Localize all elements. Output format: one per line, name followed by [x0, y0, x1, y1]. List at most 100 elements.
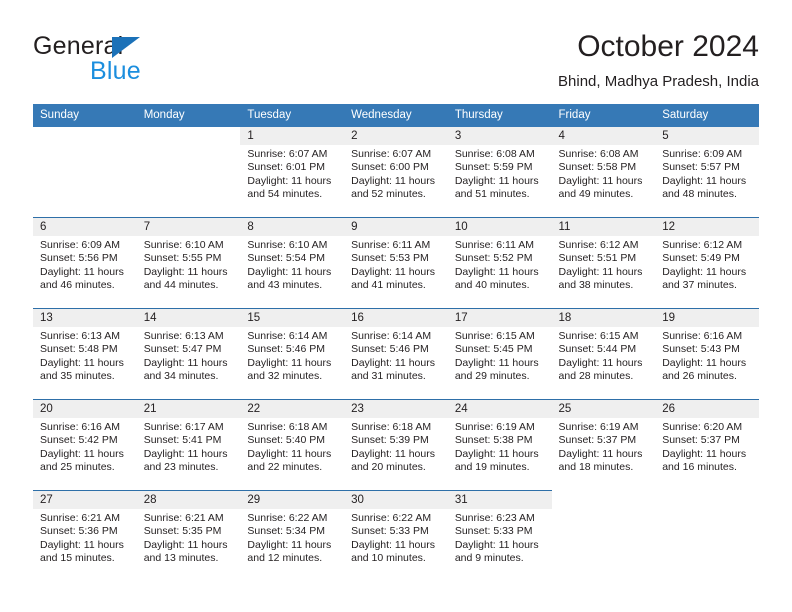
day-cell-inner: 17 Sunrise: 6:15 AM Sunset: 5:45 PM Dayligh… [447, 309, 552, 399]
calendar-day-cell[interactable]: 23 Sunrise: 6:18 AM Sunset: 5:39 PM Dayligh… [344, 399, 448, 491]
sunrise-text: Sunrise: 6:10 AM [247, 239, 328, 251]
calendar-day-cell[interactable]: 2 Sunrise: 6:07 AM Sunset: 6:00 PM Daylight… [344, 127, 448, 218]
day-number: 5 [655, 127, 759, 145]
calendar-day-cell[interactable]: 11 Sunrise: 6:12 AM Sunset: 5:51 PM Dayligh… [551, 217, 656, 309]
day-cell-details: Sunrise: 6:07 AM Sunset: 6:00 PM Daylight:… [344, 145, 448, 201]
day-cell-inner: 25 Sunrise: 6:19 AM Sunset: 5:37 PM Dayligh… [551, 400, 656, 490]
general-blue-logo[interactable]: General Blue [33, 32, 243, 94]
day-cell-details: Sunrise: 6:22 AM Sunset: 5:34 PM Daylight:… [240, 509, 344, 565]
sunset-text: Sunset: 5:56 PM [40, 252, 118, 265]
daylight-text-line1: Daylight: 11 hours [40, 356, 124, 369]
daylight-text-line2: and 20 minutes. [351, 460, 426, 473]
daylight-text-line1: Daylight: 11 hours [558, 447, 643, 460]
calendar-day-cell[interactable]: 15 Sunrise: 6:14 AM Sunset: 5:46 PM Dayligh… [240, 308, 345, 400]
calendar-day-cell[interactable]: 20 Sunrise: 6:16 AM Sunset: 5:42 PM Dayligh… [33, 399, 137, 491]
day-cell-inner [33, 127, 137, 217]
day-cell-inner [552, 491, 656, 581]
sunrise-text: Sunrise: 6:13 AM [143, 330, 224, 342]
weekday-header-sunday: Sunday [33, 104, 137, 127]
calendar-day-cell[interactable]: 25 Sunrise: 6:19 AM Sunset: 5:37 PM Dayligh… [551, 399, 656, 491]
daylight-text-line2: and 46 minutes. [40, 278, 115, 291]
day-number: 13 [33, 309, 137, 327]
calendar-week-row: 6 Sunrise: 6:09 AM Sunset: 5:56 PM Daylight… [33, 217, 759, 309]
day-cell-inner: 18 Sunrise: 6:15 AM Sunset: 5:44 PM Dayligh… [551, 309, 656, 399]
calendar-day-cell[interactable]: 29 Sunrise: 6:22 AM Sunset: 5:34 PM Dayligh… [240, 490, 345, 581]
daylight-text-line1: Daylight: 11 hours [662, 174, 747, 187]
calendar-day-cell[interactable]: 30 Sunrise: 6:22 AM Sunset: 5:33 PM Dayligh… [344, 490, 448, 581]
calendar-day-cell[interactable]: 28 Sunrise: 6:21 AM Sunset: 5:35 PM Dayligh… [136, 490, 241, 581]
day-cell-details: Sunrise: 6:18 AM Sunset: 5:40 PM Daylight:… [240, 418, 344, 474]
weekday-header-friday: Friday [551, 104, 656, 127]
sunrise-text: Sunrise: 6:16 AM [40, 421, 120, 433]
calendar-day-cell[interactable]: 1 Sunrise: 6:07 AM Sunset: 6:01 PM Daylight… [240, 127, 345, 218]
sunset-text: Sunset: 5:49 PM [662, 252, 740, 265]
day-cell-inner: 29 Sunrise: 6:22 AM Sunset: 5:34 PM Dayligh… [240, 491, 345, 581]
daylight-text-line2: and 12 minutes. [247, 551, 323, 564]
day-cell-inner: 13 Sunrise: 6:13 AM Sunset: 5:48 PM Dayligh… [33, 309, 137, 399]
day-number: 21 [136, 400, 241, 418]
calendar-day-cell[interactable]: 7 Sunrise: 6:10 AM Sunset: 5:55 PM Daylight… [136, 217, 241, 309]
day-cell-inner: 9 Sunrise: 6:11 AM Sunset: 5:53 PM Daylight… [344, 218, 448, 308]
calendar-table: Sunday Monday Tuesday Wednesday Thursday… [33, 104, 759, 581]
day-cell-inner: 26 Sunrise: 6:20 AM Sunset: 5:37 PM Dayligh… [655, 400, 759, 490]
calendar-day-cell[interactable]: 3 Sunrise: 6:08 AM Sunset: 5:59 PM Daylight… [447, 127, 552, 218]
day-cell-details: Sunrise: 6:16 AM Sunset: 5:42 PM Daylight:… [33, 418, 137, 474]
calendar-day-cell[interactable]: 26 Sunrise: 6:20 AM Sunset: 5:37 PM Dayligh… [655, 399, 759, 491]
calendar-week-row: 1 Sunrise: 6:07 AM Sunset: 6:01 PM Daylight… [33, 127, 759, 218]
sunset-text: Sunset: 6:00 PM [351, 161, 429, 174]
calendar-day-cell[interactable]: 10 Sunrise: 6:11 AM Sunset: 5:52 PM Dayligh… [447, 217, 552, 309]
calendar-day-cell[interactable]: 17 Sunrise: 6:15 AM Sunset: 5:45 PM Dayligh… [447, 308, 552, 400]
daylight-text-line1: Daylight: 11 hours [143, 356, 228, 369]
weekday-header-monday: Monday [136, 104, 241, 127]
calendar-day-cell[interactable]: 4 Sunrise: 6:08 AM Sunset: 5:58 PM Daylight… [551, 127, 656, 218]
day-cell-details: Sunrise: 6:10 AM Sunset: 5:54 PM Daylight:… [240, 236, 344, 292]
day-cell-inner: 20 Sunrise: 6:16 AM Sunset: 5:42 PM Dayligh… [33, 400, 137, 490]
calendar-day-cell[interactable]: 27 Sunrise: 6:21 AM Sunset: 5:36 PM Dayligh… [33, 490, 137, 581]
sunrise-text: Sunrise: 6:11 AM [454, 239, 534, 251]
daylight-text-line2: and 18 minutes. [558, 460, 634, 473]
calendar-day-cell[interactable]: 16 Sunrise: 6:14 AM Sunset: 5:46 PM Dayligh… [344, 308, 448, 400]
daylight-text-line2: and 51 minutes. [454, 187, 530, 200]
calendar-day-cell[interactable]: 9 Sunrise: 6:11 AM Sunset: 5:53 PM Daylight… [344, 217, 448, 309]
calendar-grid: Sunday Monday Tuesday Wednesday Thursday… [33, 104, 759, 581]
calendar-day-cell[interactable]: 18 Sunrise: 6:15 AM Sunset: 5:44 PM Dayligh… [551, 308, 656, 400]
daylight-text-line1: Daylight: 11 hours [351, 174, 435, 187]
sunset-text: Sunset: 5:34 PM [247, 525, 326, 538]
sunset-text: Sunset: 5:55 PM [143, 252, 222, 265]
day-cell-details: Sunrise: 6:21 AM Sunset: 5:36 PM Daylight:… [33, 509, 137, 565]
weekday-header-tuesday: Tuesday [240, 104, 345, 127]
calendar-day-cell[interactable]: 5 Sunrise: 6:09 AM Sunset: 5:57 PM Daylight… [655, 127, 759, 218]
calendar-day-cell[interactable]: 12 Sunrise: 6:12 AM Sunset: 5:49 PM Dayligh… [655, 217, 759, 309]
calendar-empty-cell [552, 491, 656, 582]
day-number: 11 [551, 218, 656, 236]
daylight-text-line1: Daylight: 11 hours [247, 356, 332, 369]
sunrise-text: Sunrise: 6:14 AM [247, 330, 328, 342]
weekday-header-wednesday: Wednesday [344, 104, 448, 127]
calendar-day-cell[interactable]: 24 Sunrise: 6:19 AM Sunset: 5:38 PM Dayligh… [447, 399, 552, 491]
day-cell-details: Sunrise: 6:14 AM Sunset: 5:46 PM Daylight:… [344, 327, 448, 383]
calendar-day-cell[interactable]: 6 Sunrise: 6:09 AM Sunset: 5:56 PM Daylight… [33, 217, 137, 309]
day-cell-details: Sunrise: 6:11 AM Sunset: 5:53 PM Daylight:… [344, 236, 448, 292]
calendar-day-cell[interactable]: 19 Sunrise: 6:16 AM Sunset: 5:43 PM Dayligh… [655, 308, 759, 400]
daylight-text-line2: and 41 minutes. [351, 278, 426, 291]
day-number: 8 [240, 218, 345, 236]
calendar-day-cell[interactable]: 31 Sunrise: 6:23 AM Sunset: 5:33 PM Dayligh… [447, 490, 552, 581]
day-cell-details: Sunrise: 6:08 AM Sunset: 5:59 PM Daylight:… [448, 145, 552, 201]
daylight-text-line1: Daylight: 11 hours [247, 538, 332, 551]
sunrise-text: Sunrise: 6:07 AM [351, 148, 432, 160]
calendar-day-cell[interactable]: 8 Sunrise: 6:10 AM Sunset: 5:54 PM Daylight… [240, 217, 345, 309]
day-number: 20 [33, 400, 137, 418]
daylight-text-line2: and 9 minutes. [454, 551, 524, 564]
calendar-day-cell[interactable]: 13 Sunrise: 6:13 AM Sunset: 5:48 PM Dayligh… [33, 308, 137, 400]
calendar-day-cell[interactable]: 14 Sunrise: 6:13 AM Sunset: 5:47 PM Dayligh… [136, 308, 241, 400]
day-cell-details: Sunrise: 6:12 AM Sunset: 5:51 PM Daylight:… [552, 236, 656, 292]
sunrise-text: Sunrise: 6:15 AM [558, 330, 639, 342]
daylight-text-line1: Daylight: 11 hours [40, 265, 124, 278]
daylight-text-line1: Daylight: 11 hours [143, 538, 228, 551]
day-number [33, 127, 137, 145]
calendar-day-cell[interactable]: 22 Sunrise: 6:18 AM Sunset: 5:40 PM Dayligh… [240, 399, 345, 491]
calendar-day-cell[interactable]: 21 Sunrise: 6:17 AM Sunset: 5:41 PM Dayligh… [136, 399, 241, 491]
day-number: 24 [447, 400, 552, 418]
day-cell-inner: 28 Sunrise: 6:21 AM Sunset: 5:35 PM Dayligh… [136, 491, 241, 581]
daylight-text-line2: and 13 minutes. [143, 551, 219, 564]
